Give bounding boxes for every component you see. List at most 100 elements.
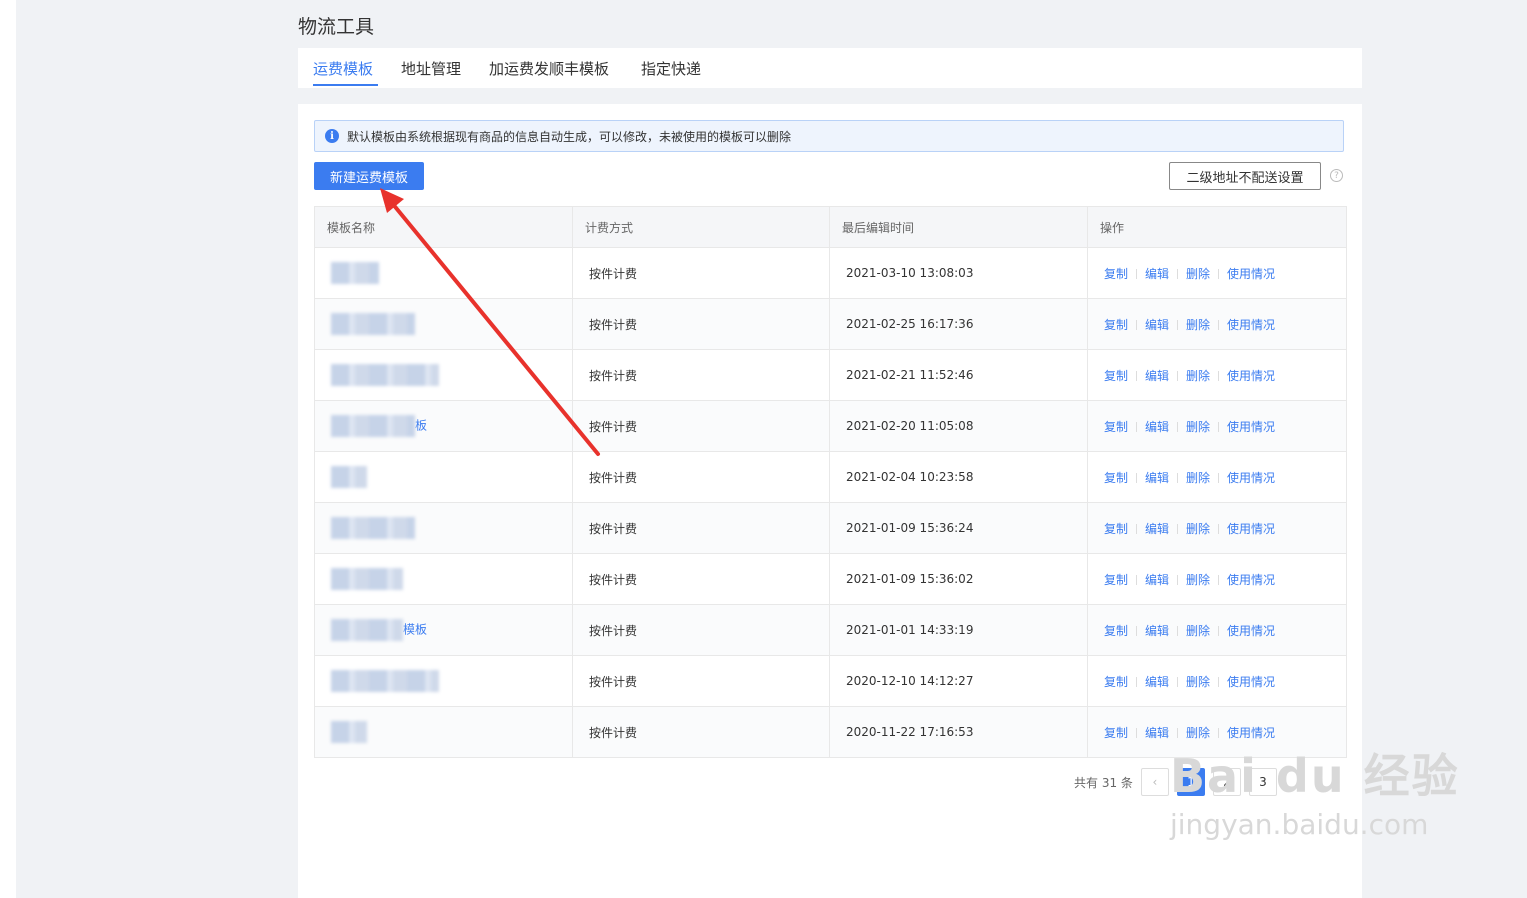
action-delete-link[interactable]: 删除 bbox=[1186, 522, 1210, 536]
template-name-cell[interactable]: 板 bbox=[314, 400, 573, 452]
action-edit-link[interactable]: 编辑 bbox=[1145, 471, 1169, 485]
template-name-cell[interactable] bbox=[314, 706, 573, 758]
action-edit-link[interactable]: 编辑 bbox=[1145, 267, 1169, 281]
action-delete-link[interactable]: 删除 bbox=[1186, 675, 1210, 689]
redacted-name bbox=[331, 415, 415, 437]
left-sidebar-edge bbox=[0, 0, 16, 898]
action-usage-link[interactable]: 使用情况 bbox=[1227, 726, 1275, 740]
table-row: 按件计费 2020-12-10 14:12:27 复制 编辑 删除 使用情况 bbox=[314, 655, 1347, 707]
action-separator bbox=[1177, 728, 1179, 738]
last-edited-cell: 2021-01-01 14:33:19 bbox=[829, 604, 1088, 656]
action-edit-link[interactable]: 编辑 bbox=[1145, 420, 1169, 434]
action-separator bbox=[1136, 524, 1138, 534]
table-row: 按件计费 2021-02-04 10:23:58 复制 编辑 删除 使用情况 bbox=[314, 451, 1347, 503]
action-separator bbox=[1218, 371, 1220, 381]
action-usage-link[interactable]: 使用情况 bbox=[1227, 267, 1275, 281]
template-name-cell[interactable] bbox=[314, 247, 573, 299]
action-separator bbox=[1177, 524, 1179, 534]
billing-method-cell: 按件计费 bbox=[572, 706, 830, 758]
template-name-cell[interactable] bbox=[314, 553, 573, 605]
table-row: 按件计费 2021-02-25 16:17:36 复制 编辑 删除 使用情况 bbox=[314, 298, 1347, 350]
action-separator bbox=[1136, 728, 1138, 738]
action-edit-link[interactable]: 编辑 bbox=[1145, 369, 1169, 383]
prev-page-button[interactable]: ‹ bbox=[1140, 768, 1169, 796]
tab-bar: 运费模板 地址管理 加运费发顺丰模板 指定快递 bbox=[298, 48, 1362, 88]
action-edit-link[interactable]: 编辑 bbox=[1145, 522, 1169, 536]
redacted-name bbox=[331, 466, 367, 488]
redacted-name bbox=[331, 568, 403, 590]
action-copy-link[interactable]: 复制 bbox=[1104, 318, 1128, 332]
action-copy-link[interactable]: 复制 bbox=[1104, 726, 1128, 740]
action-separator bbox=[1218, 626, 1220, 636]
template-name-cell[interactable]: 模板 bbox=[314, 604, 573, 656]
action-usage-link[interactable]: 使用情况 bbox=[1227, 522, 1275, 536]
tab-freight-template[interactable]: 运费模板 bbox=[313, 58, 373, 79]
watermark-sub: jingyan.baidu.com bbox=[1170, 808, 1429, 841]
action-usage-link[interactable]: 使用情况 bbox=[1227, 420, 1275, 434]
template-name-cell[interactable] bbox=[314, 655, 573, 707]
action-delete-link[interactable]: 删除 bbox=[1186, 369, 1210, 383]
action-edit-link[interactable]: 编辑 bbox=[1145, 726, 1169, 740]
action-usage-link[interactable]: 使用情况 bbox=[1227, 624, 1275, 638]
actions-cell: 复制 编辑 删除 使用情况 bbox=[1087, 400, 1347, 452]
action-edit-link[interactable]: 编辑 bbox=[1145, 675, 1169, 689]
action-delete-link[interactable]: 删除 bbox=[1186, 420, 1210, 434]
actions-cell: 复制 编辑 删除 使用情况 bbox=[1087, 502, 1347, 554]
action-separator bbox=[1218, 524, 1220, 534]
table-row: 按件计费 2021-03-10 13:08:03 复制 编辑 删除 使用情况 bbox=[314, 247, 1347, 299]
tab-designated-courier[interactable]: 指定快递 bbox=[641, 58, 701, 79]
action-separator bbox=[1218, 320, 1220, 330]
billing-method-cell: 按件计费 bbox=[572, 451, 830, 503]
action-edit-link[interactable]: 编辑 bbox=[1145, 573, 1169, 587]
action-copy-link[interactable]: 复制 bbox=[1104, 624, 1128, 638]
table-header-row: 模板名称 计费方式 最后编辑时间 操作 bbox=[314, 206, 1347, 248]
action-copy-link[interactable]: 复制 bbox=[1104, 369, 1128, 383]
actions-cell: 复制 编辑 删除 使用情况 bbox=[1087, 451, 1347, 503]
billing-method-cell: 按件计费 bbox=[572, 400, 830, 452]
action-copy-link[interactable]: 复制 bbox=[1104, 420, 1128, 434]
action-delete-link[interactable]: 删除 bbox=[1186, 471, 1210, 485]
help-icon[interactable]: ? bbox=[1330, 169, 1343, 182]
action-separator bbox=[1218, 269, 1220, 279]
action-copy-link[interactable]: 复制 bbox=[1104, 267, 1128, 281]
last-edited-cell: 2020-11-22 17:16:53 bbox=[829, 706, 1088, 758]
redacted-name bbox=[331, 364, 439, 386]
action-edit-link[interactable]: 编辑 bbox=[1145, 624, 1169, 638]
billing-method-cell: 按件计费 bbox=[572, 349, 830, 401]
page-title: 物流工具 bbox=[298, 16, 375, 38]
redacted-name bbox=[331, 517, 415, 539]
action-usage-link[interactable]: 使用情况 bbox=[1227, 318, 1275, 332]
action-separator bbox=[1136, 677, 1138, 687]
action-separator bbox=[1177, 320, 1179, 330]
action-delete-link[interactable]: 删除 bbox=[1186, 318, 1210, 332]
action-usage-link[interactable]: 使用情况 bbox=[1227, 369, 1275, 383]
template-name-cell[interactable] bbox=[314, 451, 573, 503]
action-usage-link[interactable]: 使用情况 bbox=[1227, 573, 1275, 587]
table-row: 按件计费 2021-01-09 15:36:24 复制 编辑 删除 使用情况 bbox=[314, 502, 1347, 554]
actions-cell: 复制 编辑 删除 使用情况 bbox=[1087, 553, 1347, 605]
action-copy-link[interactable]: 复制 bbox=[1104, 573, 1128, 587]
action-delete-link[interactable]: 删除 bbox=[1186, 573, 1210, 587]
action-usage-link[interactable]: 使用情况 bbox=[1227, 471, 1275, 485]
action-edit-link[interactable]: 编辑 bbox=[1145, 318, 1169, 332]
last-edited-cell: 2021-01-09 15:36:02 bbox=[829, 553, 1088, 605]
action-copy-link[interactable]: 复制 bbox=[1104, 675, 1128, 689]
template-name-cell[interactable] bbox=[314, 298, 573, 350]
action-delete-link[interactable]: 删除 bbox=[1186, 624, 1210, 638]
action-delete-link[interactable]: 删除 bbox=[1186, 267, 1210, 281]
action-copy-link[interactable]: 复制 bbox=[1104, 522, 1128, 536]
action-copy-link[interactable]: 复制 bbox=[1104, 471, 1128, 485]
last-edited-cell: 2021-02-21 11:52:46 bbox=[829, 349, 1088, 401]
tab-sf-surcharge-template[interactable]: 加运费发顺丰模板 bbox=[489, 58, 609, 79]
template-name-cell[interactable] bbox=[314, 349, 573, 401]
template-name-cell[interactable] bbox=[314, 502, 573, 554]
secondary-address-no-delivery-button[interactable]: 二级地址不配送设置 bbox=[1169, 162, 1321, 190]
action-separator bbox=[1136, 422, 1138, 432]
new-freight-template-button[interactable]: 新建运费模板 bbox=[314, 162, 424, 190]
header-actions: 操作 bbox=[1087, 206, 1347, 248]
tab-address-management[interactable]: 地址管理 bbox=[401, 58, 461, 79]
action-delete-link[interactable]: 删除 bbox=[1186, 726, 1210, 740]
action-usage-link[interactable]: 使用情况 bbox=[1227, 675, 1275, 689]
billing-method-cell: 按件计费 bbox=[572, 655, 830, 707]
last-edited-cell: 2021-02-20 11:05:08 bbox=[829, 400, 1088, 452]
